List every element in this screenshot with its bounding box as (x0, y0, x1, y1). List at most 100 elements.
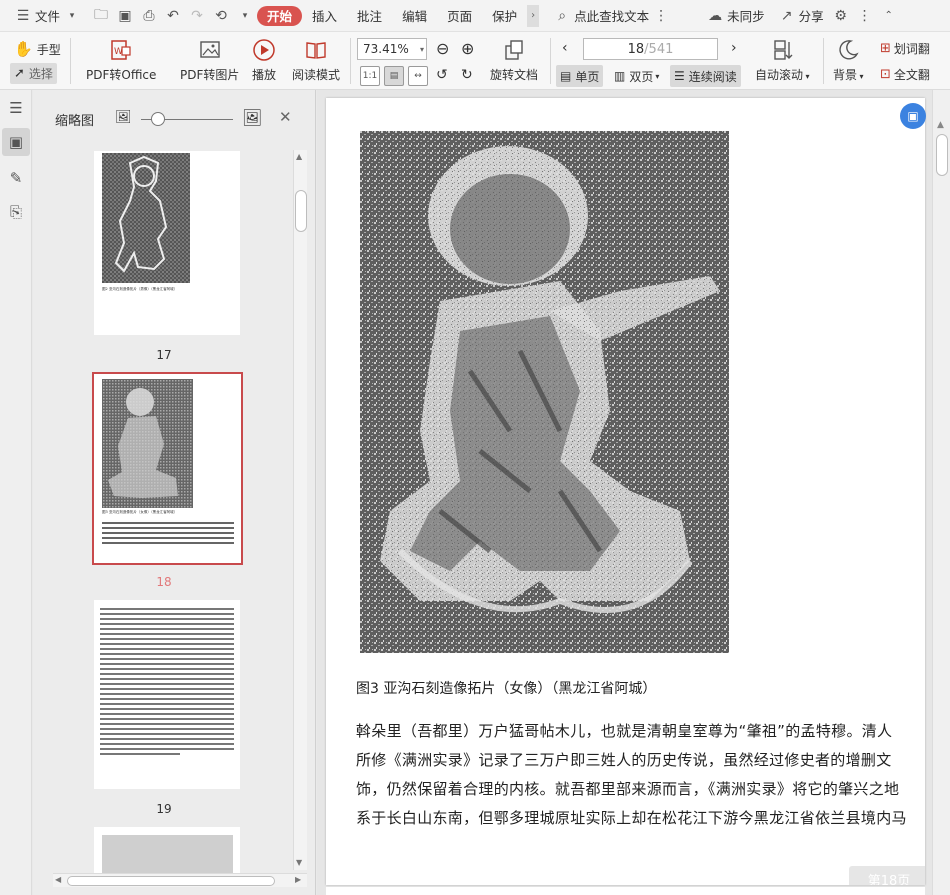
thumbnail-number: 18 (156, 575, 172, 589)
zoom-value: 73.41% (363, 42, 409, 56)
undo-icon[interactable]: ↶ (165, 8, 181, 24)
hand-icon: ✋ (14, 40, 33, 58)
prev-page-icon[interactable]: ‹ (562, 40, 568, 56)
format-painter-icon[interactable]: ⟲ (213, 8, 229, 24)
page-number-badge: 第18页 (849, 866, 925, 885)
rotate-left-icon[interactable]: ↺ (436, 67, 448, 83)
pdf-to-office-button[interactable]: W PDF转Office (86, 37, 156, 83)
pdf-to-image-label: PDF转图片 (180, 68, 240, 82)
rubbing-figure (360, 131, 729, 653)
paragraph-line: 系于长白山东南，但鄂多理城原址实际上却在松花江下游今黑龙江省依兰县境内马 (356, 809, 907, 827)
float-tool-icon[interactable]: ▣ (900, 103, 926, 129)
tab-page[interactable]: 页面 (437, 4, 482, 28)
tab-edit[interactable]: 编辑 (392, 4, 437, 28)
document-vertical-scrollbar[interactable]: ▲ (932, 90, 950, 895)
annotation-icon[interactable]: ✎ (2, 164, 30, 192)
document-view[interactable]: 图3 亚沟石刻造像拓片（女像）（黑龙江省阿城） 斡朵里（吾都里）万户猛哥帖木儿，… (317, 90, 950, 895)
thumbnail-panel-header: 缩略图 🖼 🖼 ✕ (33, 90, 316, 146)
text-line (100, 748, 234, 750)
scrollbar-thumb[interactable] (67, 876, 275, 886)
paragraph-line: 饰，仍然保留着合理的内核。就吾都里部来源而言，《满洲实录》将它的肇兴之地 (356, 780, 900, 798)
scroll-left-icon[interactable]: ◀ (55, 875, 61, 884)
thumbnail-page-17[interactable]: 图2 亚沟石刻造像拓片（男像）（黑龙江省阿城） (94, 151, 240, 335)
text-line (100, 753, 181, 755)
total-pages: /541 (644, 41, 674, 57)
share-icon: ↗ (780, 7, 793, 24)
scrollbar-thumb[interactable] (295, 190, 307, 232)
rotate-right-icon[interactable]: ↻ (461, 67, 473, 83)
text-line (102, 537, 234, 539)
next-page-icon[interactable]: › (731, 40, 737, 56)
large-image-icon[interactable]: 🖼 (242, 108, 262, 127)
slider-knob[interactable] (151, 112, 165, 126)
file-menu[interactable]: ☰ 文件 ▾ (6, 4, 89, 28)
chevron-down-icon[interactable]: ▾ (237, 8, 253, 24)
settings-gear-icon[interactable]: ⚙ (833, 8, 849, 24)
single-page-label: 单页 (575, 69, 600, 84)
full-translate-button[interactable]: ⊡ 全文翻 (880, 66, 930, 83)
play-button[interactable]: 播放 (252, 37, 276, 83)
scroll-up-icon[interactable]: ▲ (296, 152, 302, 161)
search-box[interactable]: ⌕ 点此查找文本 ⋮ (545, 4, 678, 28)
tabs-more-arrow[interactable]: › (527, 4, 540, 27)
background-button[interactable]: 背景 ▾ (833, 37, 864, 83)
close-icon[interactable]: ✕ (279, 108, 292, 126)
read-mode-label: 阅读模式 (292, 68, 341, 82)
tab-annotate[interactable]: 批注 (347, 4, 392, 28)
open-folder-icon[interactable]: 🗀 (93, 7, 109, 24)
share-button[interactable]: ↗ 分享 (770, 4, 829, 28)
collapse-ribbon-icon[interactable]: ⌃ (881, 8, 897, 24)
text-line (100, 673, 234, 675)
select-tool-button[interactable]: ➚ 选择 (10, 63, 57, 84)
outline-icon[interactable]: ☰ (2, 94, 30, 122)
small-image-icon[interactable]: 🖼 (115, 110, 132, 125)
continuous-read-button[interactable]: ☰ 连续阅读 (670, 65, 741, 87)
pdf-to-image-button[interactable]: PDF转图片 (180, 37, 239, 83)
more-vertical-icon[interactable]: ⋮ (857, 8, 873, 24)
text-line (100, 658, 234, 660)
thumbnail-page-20[interactable] (94, 827, 240, 877)
word-translate-button[interactable]: ⊞ 划词翻 (880, 40, 930, 57)
read-mode-button[interactable]: 阅读模式 (292, 37, 340, 83)
thumbnail-icon[interactable]: ▣ (2, 128, 30, 156)
auto-scroll-button[interactable]: 自动滚动 ▾ (755, 37, 810, 83)
single-page-button[interactable]: ▤ 单页 (556, 65, 604, 87)
page-number-field[interactable]: 18/541 (583, 38, 718, 60)
translate-icon: ⊡ (880, 67, 891, 82)
chevron-down-icon: ▾ (803, 72, 810, 81)
scroll-up-icon[interactable]: ▲ (937, 120, 944, 130)
zoom-select[interactable]: 73.41% ▾ (357, 38, 427, 60)
rotate-document-button[interactable]: 旋转文档 (490, 37, 538, 83)
scrollbar-thumb[interactable] (936, 134, 948, 176)
zoom-out-icon[interactable]: ⊖ (436, 39, 449, 58)
thumbnail-page-19[interactable] (94, 600, 240, 789)
divider (823, 38, 824, 84)
scroll-right-icon[interactable]: ▶ (295, 875, 301, 884)
redo-icon[interactable]: ↷ (189, 8, 205, 24)
scroll-down-icon[interactable]: ▼ (296, 858, 302, 867)
zoom-in-icon[interactable]: ⊕ (461, 39, 474, 58)
thumbnail-page-18[interactable]: 图3 亚沟石刻造像拓片（女像）（黑龙江省阿城） (94, 374, 241, 563)
print-icon[interactable]: ⎙ (141, 8, 157, 24)
background-text: 背景 (833, 68, 858, 82)
thumbnail-vertical-scrollbar[interactable]: ▲ ▼ (293, 150, 307, 870)
text-line (100, 688, 234, 690)
hand-tool-button[interactable]: ✋ 手型 (14, 40, 61, 58)
text-line (102, 522, 234, 524)
cursor-icon: ➚ (14, 66, 25, 81)
tab-insert[interactable]: 插入 (302, 4, 347, 28)
thumbnail-horizontal-scrollbar[interactable]: ◀ ▶ (53, 873, 307, 887)
save-icon[interactable]: ▣ (117, 8, 133, 24)
share-label: 分享 (798, 9, 824, 24)
tab-protect[interactable]: 保护 (482, 4, 527, 28)
continuous-read-icon: ☰ (674, 69, 685, 83)
text-line (100, 623, 234, 625)
fit-width-icon[interactable]: ↔ (408, 66, 428, 86)
attachment-icon[interactable]: ⎘ (2, 198, 30, 226)
double-page-button[interactable]: ▥ 双页 ▾ (610, 65, 663, 87)
fit-page-icon[interactable]: ▤ (384, 66, 404, 86)
tab-start[interactable]: 开始 (257, 5, 303, 26)
sync-status[interactable]: ☁ 未同步 (698, 4, 770, 28)
actual-size-icon[interactable]: 1:1 (360, 66, 380, 86)
thumbnail-panel: 缩略图 🖼 🖼 ✕ 图2 亚沟石刻造像拓片（男像）（黑龙江省阿城） 17 图3 … (33, 90, 316, 895)
